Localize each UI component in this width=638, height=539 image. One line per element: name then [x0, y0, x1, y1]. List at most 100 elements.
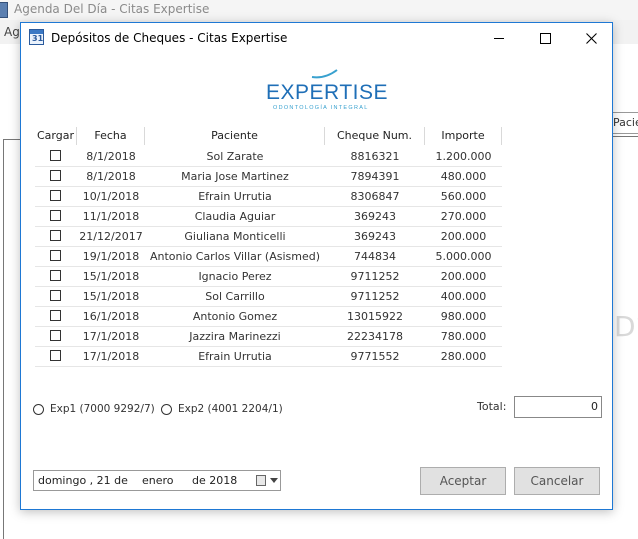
- cargar-checkbox[interactable]: [50, 310, 61, 321]
- exp2-option[interactable]: Exp2 (4001 2204/1): [161, 401, 283, 417]
- column-header-fecha[interactable]: Fecha: [77, 127, 145, 145]
- table-row[interactable]: 17/1/2018 Jazzira Marinezzi 22234178 780.00…: [35, 327, 502, 347]
- close-icon: [585, 32, 597, 44]
- cheque-cell: 22234178: [347, 330, 403, 343]
- background-frame-line: [3, 139, 4, 539]
- cargar-cell: [35, 247, 77, 266]
- table-row[interactable]: 8/1/2018 Sol Zarate 8816321 1.200.000: [35, 147, 502, 167]
- date-day[interactable]: domingo , 21 de: [38, 471, 128, 490]
- fecha-cell: 17/1/2018: [82, 350, 140, 363]
- cheque-cell: 369243: [354, 230, 396, 243]
- exp1-option[interactable]: Exp1 (7000 9292/7): [33, 401, 155, 417]
- cargar-checkbox[interactable]: [50, 210, 61, 221]
- column-header-cheque[interactable]: Cheque Num.: [325, 127, 425, 145]
- table-row[interactable]: 19/1/2018 Antonio Carlos Villar (Asismed)…: [35, 247, 502, 267]
- background-frame-line: [3, 139, 20, 140]
- cargar-checkbox[interactable]: [50, 190, 61, 201]
- exp1-radio[interactable]: [33, 403, 44, 415]
- table-row[interactable]: 15/1/2018 Sol Carrillo 9711252 400.000: [35, 287, 502, 307]
- paciente-cell: Efrain Urrutia: [198, 350, 272, 363]
- total-label: Total:: [477, 400, 507, 413]
- fecha-cell: 16/1/2018: [82, 310, 140, 323]
- column-header-cargar[interactable]: Cargar: [35, 127, 77, 145]
- fecha-cell: 17/1/2018: [82, 330, 140, 343]
- background-window-title: Agenda Del Día - Citas Expertise: [14, 2, 210, 16]
- fecha-cell: 21/12/2017: [79, 230, 143, 243]
- cancel-button[interactable]: Cancelar: [514, 467, 600, 495]
- table-row[interactable]: 16/1/2018 Antonio Gomez 13015922 980.000: [35, 307, 502, 327]
- close-button[interactable]: [568, 23, 614, 53]
- cheque-cell: 744834: [354, 250, 396, 263]
- cargar-checkbox[interactable]: [50, 270, 61, 281]
- background-menu-item[interactable]: Ag: [4, 25, 20, 39]
- cargar-cell: [35, 347, 77, 366]
- date-month[interactable]: enero: [142, 471, 174, 490]
- column-header-importe[interactable]: Importe: [425, 127, 502, 145]
- paciente-cell: Ignacio Perez: [198, 270, 272, 283]
- paciente-cell: Claudia Aguiar: [194, 210, 276, 223]
- table-header: Cargar Fecha Paciente Cheque Num. Import…: [35, 127, 502, 147]
- table-body: 8/1/2018 Sol Zarate 8816321 1.200.000 8/1/20…: [35, 147, 502, 367]
- total-field[interactable]: 0: [514, 396, 602, 418]
- cargar-cell: [35, 207, 77, 226]
- maximize-icon: [539, 32, 551, 44]
- cheque-deposits-dialog: 31 Depósitos de Cheques - Citas Expertis…: [20, 22, 613, 510]
- table-row[interactable]: 21/12/2017 Giuliana Monticelli 369243 200.0…: [35, 227, 502, 247]
- importe-cell: 980.000: [440, 310, 487, 323]
- dialog-title: Depósitos de Cheques - Citas Expertise: [51, 31, 288, 45]
- table-row[interactable]: 8/1/2018 Maria Jose Martinez 7894391 480.00…: [35, 167, 502, 187]
- cargar-checkbox[interactable]: [50, 250, 61, 261]
- cargar-cell: [35, 307, 77, 326]
- table-row[interactable]: 11/1/2018 Claudia Aguiar 369243 270.000: [35, 207, 502, 227]
- paciente-cell: Maria Jose Martinez: [181, 170, 289, 183]
- cargar-checkbox[interactable]: [50, 230, 61, 241]
- cargar-cell: [35, 147, 77, 166]
- cargar-cell: [35, 187, 77, 206]
- expertise-logo: EXPERTISE ODONTOLOGÍA INTEGRAL: [247, 69, 388, 115]
- paciente-cell: Antonio Carlos Villar (Asismed): [149, 250, 321, 263]
- date-picker[interactable]: domingo , 21 de enero de 2018: [33, 470, 281, 491]
- cargar-checkbox[interactable]: [50, 350, 61, 361]
- fecha-cell: 11/1/2018: [82, 210, 140, 223]
- table-row[interactable]: 10/1/2018 Efrain Urrutia 8306847 560.000: [35, 187, 502, 207]
- cargar-cell: [35, 287, 77, 306]
- cheque-cell: 8816321: [350, 150, 400, 163]
- exp2-radio[interactable]: [161, 403, 172, 415]
- logo-tagline: ODONTOLOGÍA INTEGRAL: [273, 105, 369, 111]
- cargar-checkbox[interactable]: [50, 170, 61, 181]
- cheque-cell: 9771552: [350, 350, 400, 363]
- paciente-cell: Sol Carrillo: [205, 290, 265, 303]
- cheque-cell: 9711252: [350, 290, 400, 303]
- cheques-table: Cargar Fecha Paciente Cheque Num. Import…: [35, 127, 502, 367]
- importe-cell: 400.000: [440, 290, 487, 303]
- cargar-cell: [35, 167, 77, 186]
- table-row[interactable]: 15/1/2018 Ignacio Perez 9711252 200.000: [35, 267, 502, 287]
- cargar-checkbox[interactable]: [50, 330, 61, 341]
- dialog-titlebar[interactable]: 31 Depósitos de Cheques - Citas Expertis…: [21, 23, 612, 53]
- column-header-paciente[interactable]: Paciente: [145, 127, 325, 145]
- cargar-cell: [35, 327, 77, 346]
- importe-cell: 1.200.000: [435, 150, 492, 163]
- importe-cell: 200.000: [440, 230, 487, 243]
- paciente-cell: Giuliana Monticelli: [184, 230, 286, 243]
- importe-cell: 280.000: [440, 350, 487, 363]
- cheque-cell: 13015922: [347, 310, 403, 323]
- fecha-cell: 10/1/2018: [82, 190, 140, 203]
- fecha-cell: 8/1/2018: [86, 150, 136, 163]
- importe-cell: 5.000.000: [435, 250, 492, 263]
- maximize-button[interactable]: [522, 23, 568, 53]
- fecha-cell: 15/1/2018: [82, 270, 140, 283]
- fecha-cell: 15/1/2018: [82, 290, 140, 303]
- background-paciente-tab[interactable]: Pacie: [610, 112, 638, 134]
- cheque-cell: 369243: [354, 210, 396, 223]
- logo-swoosh-icon: [311, 69, 338, 79]
- table-row[interactable]: 17/1/2018 Efrain Urrutia 9771552 280.000: [35, 347, 502, 367]
- chevron-down-icon: [270, 478, 278, 483]
- cargar-checkbox[interactable]: [50, 150, 61, 161]
- calendar-dropdown-button[interactable]: [256, 473, 278, 488]
- cargar-checkbox[interactable]: [50, 290, 61, 301]
- calendar-icon: 31: [29, 29, 44, 45]
- minimize-button[interactable]: [476, 23, 522, 53]
- accept-button[interactable]: Aceptar: [420, 467, 506, 495]
- date-year[interactable]: de 2018: [192, 471, 237, 490]
